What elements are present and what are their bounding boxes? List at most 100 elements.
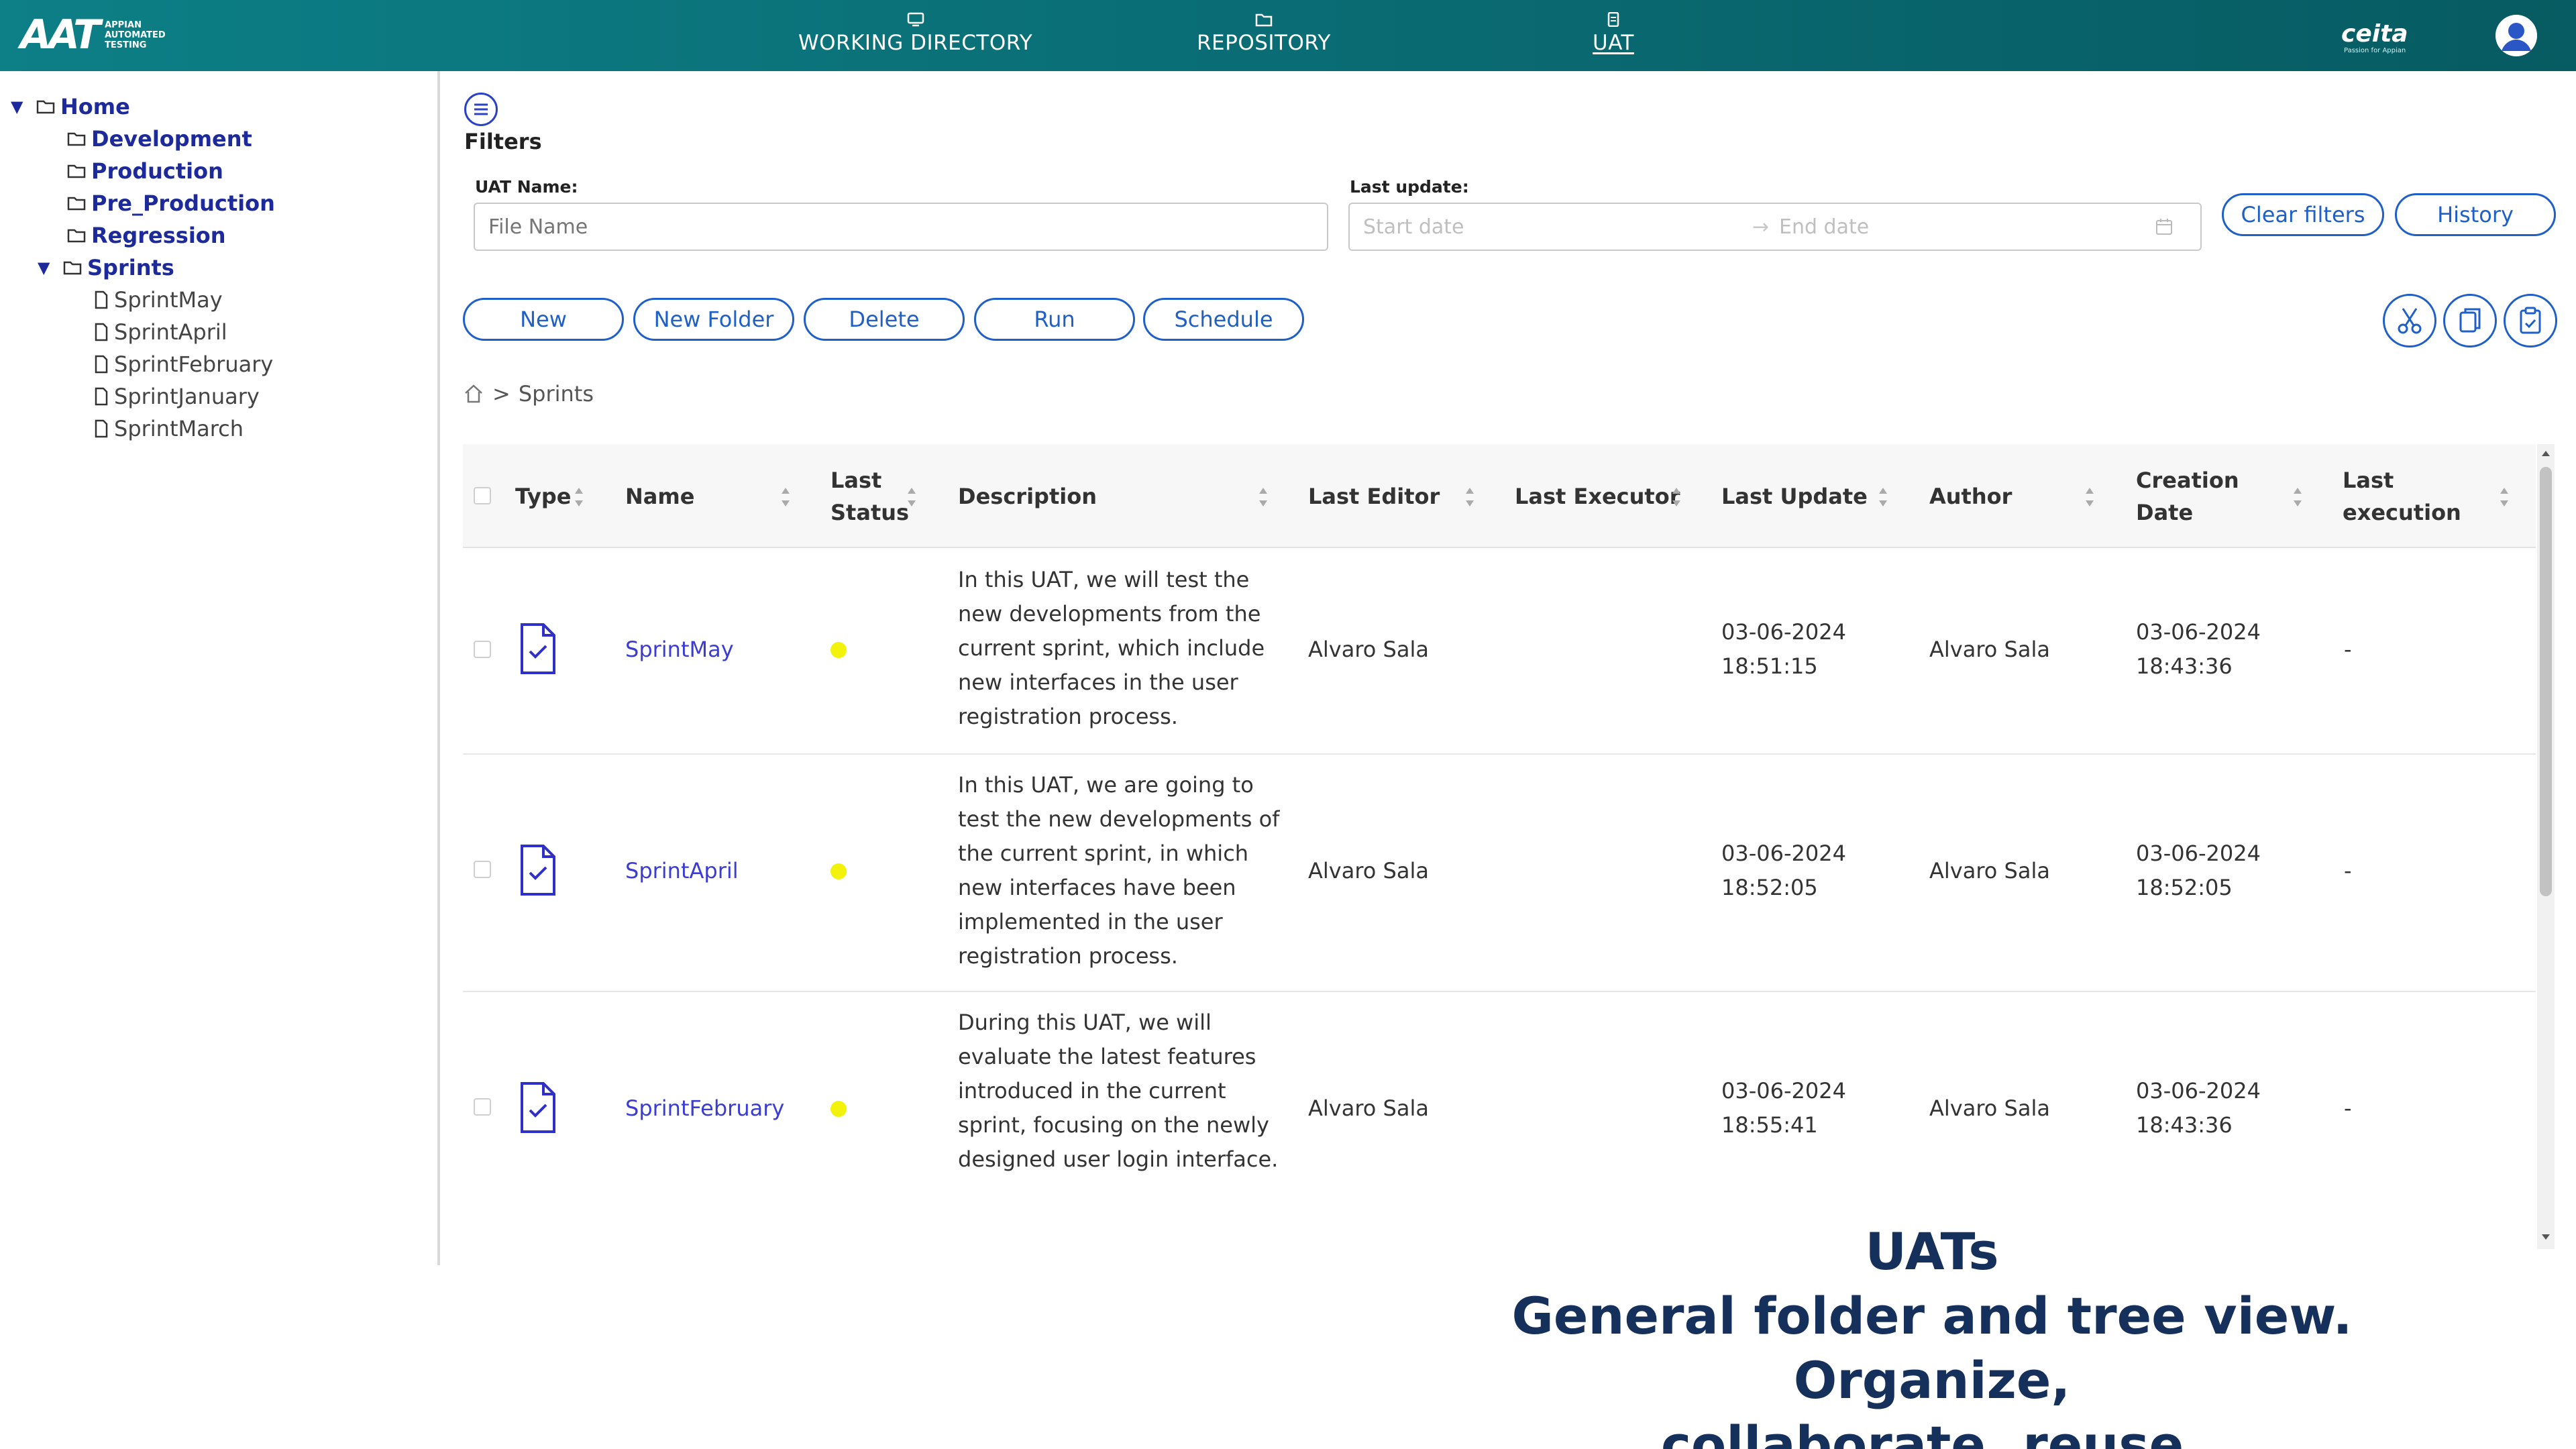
new-folder-button[interactable]: New Folder — [633, 298, 794, 341]
user-avatar-icon[interactable] — [2496, 15, 2537, 56]
sort-icon[interactable] — [780, 486, 792, 508]
column-header-last-editor[interactable]: Last Editor — [1308, 444, 1440, 548]
row-last-editor: Alvaro Sala — [1308, 637, 1429, 662]
tree-file-sprintapril[interactable]: SprintApril — [94, 319, 227, 345]
folder-icon — [67, 197, 86, 211]
folder-icon — [63, 261, 82, 275]
table-row[interactable]: SprintApril In this UAT, we are going to… — [463, 756, 2536, 992]
tree-file-sprintjanuary[interactable]: SprintJanuary — [94, 384, 260, 409]
tree-item-development[interactable]: Development — [67, 126, 252, 152]
row-creation-date: 03-06-2024 18:43:36 — [2136, 1078, 2261, 1138]
row-checkbox[interactable] — [474, 1098, 491, 1116]
app-logo[interactable]: AAT APPIAN AUTOMATED TESTING — [20, 11, 166, 59]
last-update-label: Last update: — [1350, 177, 1469, 197]
uat-name-input[interactable] — [474, 203, 1328, 251]
tree-file-sprintfebruary[interactable]: SprintFebruary — [94, 352, 273, 377]
file-icon — [95, 387, 108, 406]
row-last-update: 03-06-2024 18:51:15 — [1721, 619, 1846, 679]
file-check-icon — [521, 845, 555, 896]
filters-title: Filters — [464, 129, 542, 154]
table-row[interactable]: SprintFebruary During this UAT, we will … — [463, 994, 2536, 1229]
column-header-last-execution[interactable]: Last execution — [2343, 444, 2470, 548]
file-icon — [95, 323, 108, 341]
document-icon — [1607, 12, 1619, 27]
folder-icon — [67, 132, 86, 146]
paste-button[interactable] — [2504, 294, 2557, 347]
scroll-down-icon[interactable] — [2540, 1233, 2551, 1241]
sort-icon[interactable] — [906, 486, 918, 508]
tree-item-pre-production[interactable]: Pre_Production — [67, 191, 275, 216]
table-scrollbar[interactable] — [2537, 444, 2555, 1249]
sort-icon[interactable] — [1877, 486, 1889, 508]
folder-icon — [1255, 13, 1273, 27]
breadcrumb: > Sprints — [463, 381, 594, 407]
caret-down-icon[interactable]: ▼ — [38, 258, 58, 277]
start-date-input[interactable]: Start date — [1363, 215, 1752, 239]
sort-icon[interactable] — [2084, 486, 2096, 508]
row-name-link[interactable]: SprintFebruary — [625, 1091, 784, 1126]
column-header-last-executor[interactable]: Last Executor — [1515, 444, 1680, 548]
scroll-up-icon[interactable] — [2540, 449, 2551, 458]
row-description: During this UAT, we will evaluate the la… — [958, 1010, 1279, 1172]
nav-working-directory[interactable]: WORKING DIRECTORY — [798, 12, 1032, 55]
column-header-last-update[interactable]: Last Update — [1721, 444, 1868, 548]
row-description: In this UAT, we will test the new develo… — [958, 567, 1265, 729]
row-last-editor: Alvaro Sala — [1308, 1095, 1429, 1121]
row-name-link[interactable]: SprintMay — [625, 633, 734, 667]
copy-button[interactable] — [2443, 294, 2497, 347]
clear-filters-button[interactable]: Clear filters — [2222, 193, 2384, 236]
filters-toggle-button[interactable] — [464, 93, 498, 126]
folder-icon — [67, 229, 86, 243]
file-check-icon — [521, 623, 555, 674]
tree-item-production[interactable]: Production — [67, 158, 223, 184]
run-button[interactable]: Run — [974, 298, 1135, 341]
tree-item-sprints[interactable]: ▼ Sprints — [38, 255, 174, 280]
new-button[interactable]: New — [463, 298, 624, 341]
nav-uat[interactable]: UAT — [1593, 12, 1634, 55]
caret-down-icon[interactable]: ▼ — [11, 97, 31, 116]
cut-button[interactable] — [2383, 294, 2436, 347]
column-header-author[interactable]: Author — [1929, 444, 2012, 548]
scissors-icon — [2398, 308, 2422, 334]
folder-icon — [36, 100, 55, 114]
column-header-description[interactable]: Description — [958, 444, 1097, 548]
column-header-last-status[interactable]: Last Status — [830, 444, 909, 548]
end-date-input[interactable]: End date — [1779, 215, 2155, 239]
tree-file-sprintmarch[interactable]: SprintMarch — [94, 416, 244, 441]
row-name-link[interactable]: SprintApril — [625, 854, 739, 888]
list-icon — [474, 103, 488, 115]
select-all-checkbox[interactable] — [474, 487, 491, 504]
sort-icon[interactable] — [2498, 486, 2510, 508]
home-icon[interactable] — [463, 384, 484, 404]
tree-item-regression[interactable]: Regression — [67, 223, 226, 248]
nav-repository[interactable]: REPOSITORY — [1197, 12, 1331, 55]
sort-icon[interactable] — [1670, 486, 1682, 508]
column-header-name[interactable]: Name — [625, 444, 694, 548]
row-description: In this UAT, we are going to test the ne… — [958, 772, 1280, 969]
breadcrumb-separator: > — [492, 381, 511, 407]
row-checkbox[interactable] — [474, 861, 491, 878]
sort-icon[interactable] — [1257, 486, 1269, 508]
row-checkbox[interactable] — [474, 641, 491, 658]
schedule-button[interactable]: Schedule — [1143, 298, 1304, 341]
calendar-icon[interactable] — [2155, 217, 2174, 236]
scrollbar-thumb[interactable] — [2540, 467, 2552, 896]
column-header-creation-date[interactable]: Creation Date — [2136, 444, 2243, 548]
tree-file-sprintmay[interactable]: SprintMay — [94, 287, 223, 313]
row-last-update: 03-06-2024 18:55:41 — [1721, 1078, 1846, 1138]
tree-item-home[interactable]: ▼ Home — [11, 94, 130, 119]
history-button[interactable]: History — [2395, 193, 2556, 236]
sort-icon[interactable] — [1464, 486, 1476, 508]
slide-caption: UATs General folder and tree view. Organ… — [1511, 1222, 2353, 1449]
status-indicator — [830, 1101, 847, 1117]
file-icon — [95, 290, 108, 309]
sort-icon[interactable] — [573, 486, 585, 508]
column-header-type[interactable]: Type — [515, 444, 572, 548]
date-range-picker[interactable]: Start date → End date — [1348, 203, 2202, 251]
sort-icon[interactable] — [2292, 486, 2304, 508]
table-row[interactable]: SprintMay In this UAT, we will test the … — [463, 548, 2536, 755]
delete-button[interactable]: Delete — [804, 298, 965, 341]
row-last-editor: Alvaro Sala — [1308, 858, 1429, 883]
breadcrumb-current[interactable]: Sprints — [519, 381, 594, 407]
logo-subtitle: APPIAN AUTOMATED TESTING — [105, 19, 166, 50]
